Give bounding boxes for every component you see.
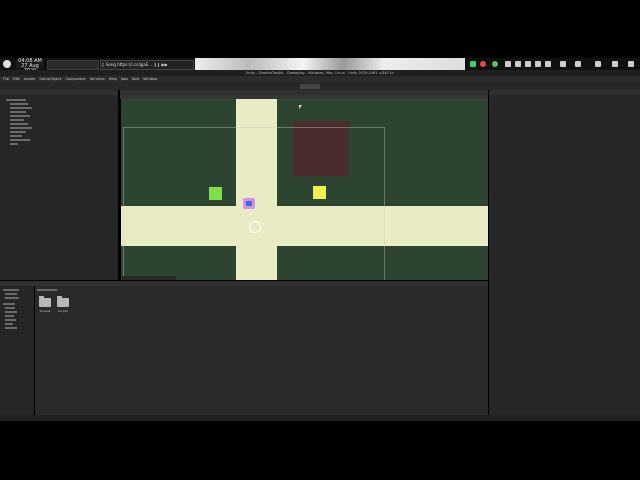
tray-icon-l[interactable] bbox=[612, 61, 618, 67]
play-controls[interactable] bbox=[300, 84, 320, 89]
tree-row[interactable] bbox=[3, 289, 19, 291]
mouse-cursor-icon bbox=[299, 105, 302, 109]
hierarchy-row[interactable] bbox=[10, 143, 18, 145]
asset-breadcrumb[interactable] bbox=[37, 289, 57, 291]
hierarchy-row[interactable] bbox=[10, 107, 32, 109]
tray-icon-a[interactable] bbox=[470, 61, 476, 67]
tree-row[interactable] bbox=[5, 297, 19, 299]
hierarchy-row[interactable] bbox=[10, 103, 28, 105]
project-tree bbox=[0, 286, 34, 415]
hierarchy-panel bbox=[0, 90, 118, 280]
folder-icon bbox=[57, 296, 69, 307]
folder-label: Scenes bbox=[39, 309, 51, 313]
folder-icon bbox=[39, 296, 51, 307]
tray-icon-h[interactable] bbox=[545, 61, 551, 67]
tree-row[interactable] bbox=[5, 307, 15, 309]
hierarchy-row[interactable] bbox=[10, 139, 30, 141]
hierarchy-row[interactable] bbox=[10, 135, 22, 137]
start-icon[interactable] bbox=[3, 60, 11, 68]
tray-icon-j[interactable] bbox=[575, 61, 581, 67]
hierarchy-row[interactable] bbox=[10, 115, 30, 117]
menu-jobs[interactable]: Jobs bbox=[121, 77, 128, 81]
menu-assets[interactable]: Assets bbox=[24, 77, 35, 81]
menu-component[interactable]: Component bbox=[65, 77, 85, 81]
menu-window[interactable]: Window bbox=[143, 77, 157, 81]
hierarchy-row[interactable] bbox=[10, 131, 26, 133]
menu-help[interactable]: Help bbox=[109, 77, 117, 81]
taskbar-search-box[interactable] bbox=[47, 60, 99, 70]
now-playing-widget[interactable]: ♫ Song https://i.cc/qjaE… ❙❙ ▶▶ bbox=[100, 60, 194, 70]
tree-row[interactable] bbox=[5, 311, 17, 313]
tray-icon-g[interactable] bbox=[535, 61, 541, 67]
tray-icon-m[interactable] bbox=[628, 61, 634, 67]
inspector-panel bbox=[489, 90, 640, 415]
tray-icon-d[interactable] bbox=[505, 61, 511, 67]
folder-label: Scripts bbox=[57, 309, 69, 313]
tray-icon-i[interactable] bbox=[560, 61, 566, 67]
editor-toolbar bbox=[0, 83, 640, 90]
hierarchy-tab[interactable] bbox=[0, 90, 118, 95]
status-bar bbox=[0, 415, 640, 421]
scene-viewport[interactable] bbox=[121, 99, 488, 280]
menu-gameobject[interactable]: GameObject bbox=[39, 77, 61, 81]
hierarchy-row[interactable] bbox=[10, 119, 24, 121]
menu-bar: File Edit Assets GameObject Component Se… bbox=[0, 76, 640, 83]
hierarchy-row[interactable] bbox=[6, 99, 26, 101]
hierarchy-row[interactable] bbox=[10, 127, 32, 129]
inspector-tab[interactable] bbox=[489, 90, 640, 95]
transform-gizmo-icon[interactable] bbox=[249, 221, 261, 233]
menu-file[interactable]: File bbox=[3, 77, 9, 81]
tree-row[interactable] bbox=[3, 303, 15, 305]
camera-bounds bbox=[123, 127, 385, 280]
menu-services[interactable]: Services bbox=[90, 77, 105, 81]
hierarchy-row[interactable] bbox=[10, 111, 26, 113]
wallpaper-strip bbox=[195, 58, 465, 70]
tray-icon-c[interactable] bbox=[492, 61, 498, 67]
tree-row[interactable] bbox=[5, 293, 17, 295]
tree-row[interactable] bbox=[5, 319, 16, 321]
tree-row[interactable] bbox=[5, 315, 14, 317]
menu-edit[interactable]: Edit bbox=[13, 77, 20, 81]
tree-row[interactable] bbox=[5, 327, 17, 329]
tray-icon-f[interactable] bbox=[525, 61, 531, 67]
taskbar-clock: 04:08 AM 27 Aug 2020 bbox=[16, 59, 44, 74]
menu-bolt[interactable]: Bolt bbox=[132, 77, 139, 81]
tray-icon-e[interactable] bbox=[515, 61, 521, 67]
hierarchy-row[interactable] bbox=[10, 123, 28, 125]
tray-icon-b[interactable] bbox=[480, 61, 486, 67]
scene-status-bar bbox=[121, 276, 176, 280]
tray-icon-k[interactable] bbox=[595, 61, 601, 67]
tree-row[interactable] bbox=[5, 323, 13, 325]
project-assets-view: Scenes Scripts bbox=[35, 286, 488, 415]
